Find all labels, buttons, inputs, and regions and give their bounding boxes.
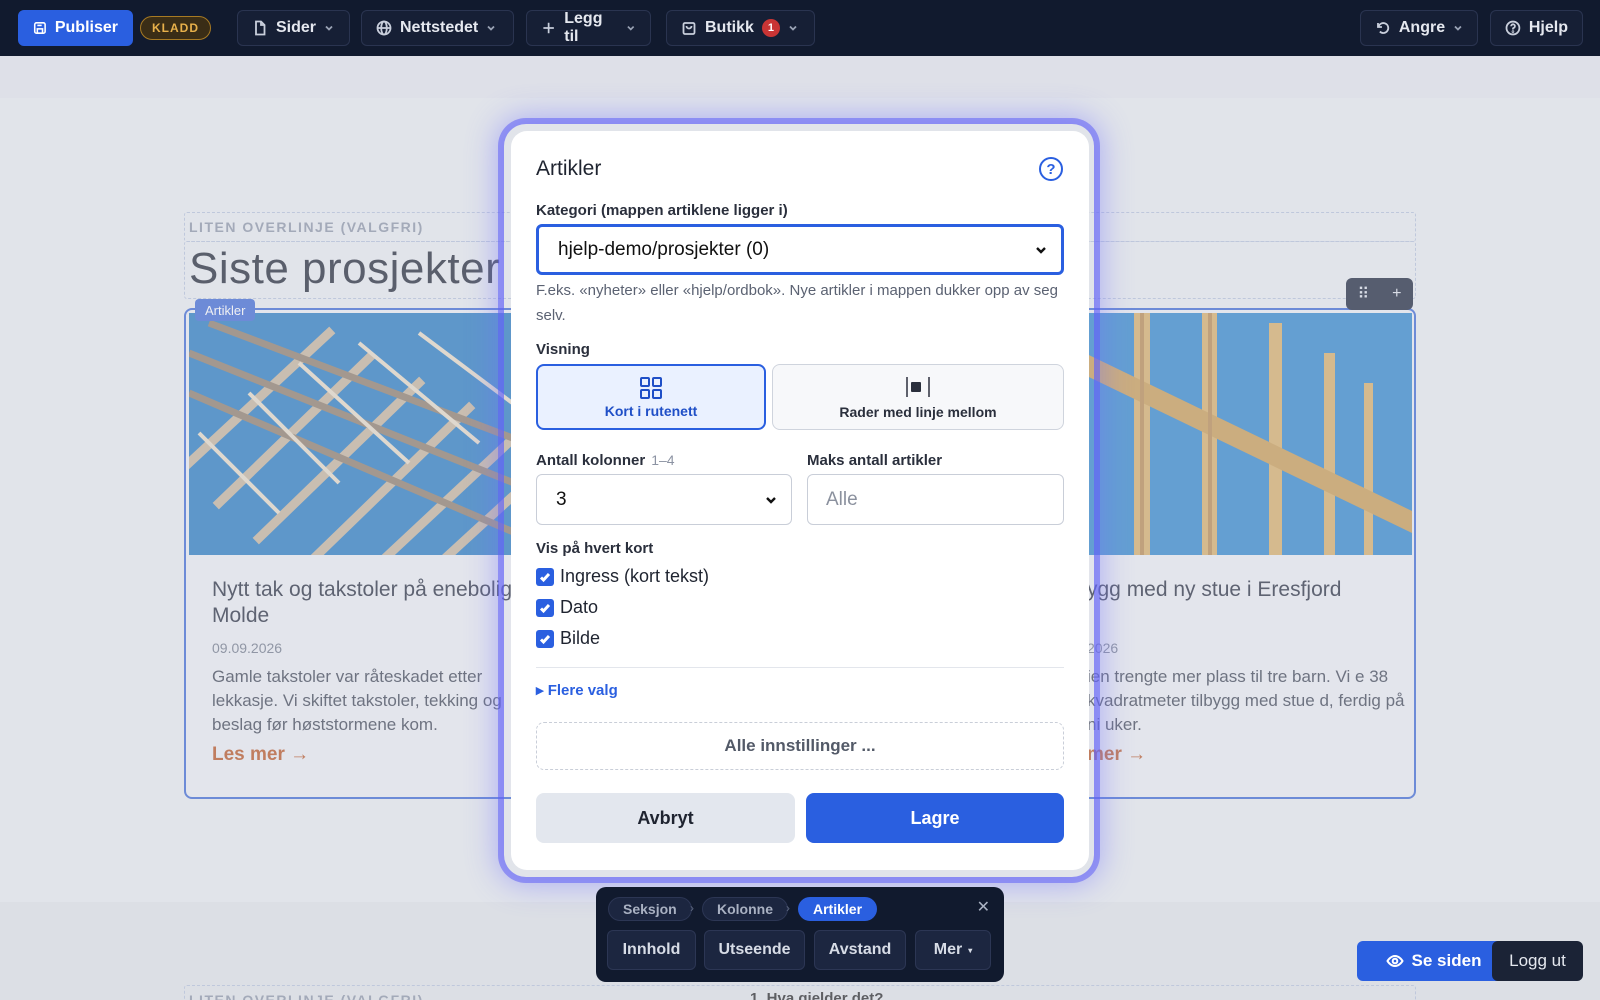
checkbox-excerpt[interactable]: Ingress (kort tekst) [536, 566, 709, 587]
breadcrumb-articles[interactable]: Artikler [798, 897, 878, 921]
all-settings-button[interactable]: Alle innstillinger ... [536, 722, 1064, 770]
spacing-tab-button[interactable]: Avstand [814, 930, 906, 970]
editor-topbar: Publiser KLADD Sider Nettstedet Legg til… [0, 0, 1600, 56]
checkbox-label: Dato [560, 597, 599, 617]
view-option-label: Kort i rutenett [604, 403, 698, 419]
globe-icon [376, 20, 392, 36]
chevron-down-icon [487, 25, 495, 31]
more-label: Mer [933, 941, 963, 958]
columns-label: Antall kolonner 1–4 [536, 452, 675, 469]
shop-label: Butikk [705, 19, 754, 36]
add-menu-button[interactable]: Legg til [526, 10, 651, 46]
more-options-toggle[interactable]: ▸ Flere valg [536, 681, 618, 699]
shopping-bag-icon [682, 22, 696, 35]
checkbox-checked-icon[interactable] [536, 567, 554, 586]
help-label: Hjelp [1528, 19, 1568, 36]
show-on-card-label: Vis på hvert kort [536, 540, 654, 557]
columns-select[interactable]: 3 [536, 474, 792, 525]
cancel-button[interactable]: Avbryt [536, 793, 795, 843]
view-label: Visning [536, 341, 590, 358]
rows-divider-icon [906, 377, 930, 397]
breadcrumb-separator-icon: › [786, 901, 790, 915]
plus-icon [543, 22, 554, 34]
shop-menu-button[interactable]: Butikk 1 [666, 10, 815, 46]
help-icon[interactable]: ? [1039, 157, 1063, 181]
draft-badge: KLADD [140, 16, 211, 40]
articles-settings-dialog: Artikler ? Kategori (mappen artiklene li… [511, 131, 1089, 870]
breadcrumb-column[interactable]: Kolonne [702, 897, 788, 921]
close-icon[interactable]: ✕ [977, 897, 990, 917]
checkbox-label: Bilde [560, 628, 601, 648]
publish-button[interactable]: Publiser [18, 10, 133, 46]
undo-icon [1377, 22, 1390, 34]
appearance-tab-button[interactable]: Utseende [704, 930, 805, 970]
view-option-grid[interactable]: Kort i rutenett [536, 364, 766, 430]
publish-label: Publiser [54, 19, 118, 36]
save-button[interactable]: Lagre [806, 793, 1064, 843]
chevron-down-icon [325, 25, 333, 31]
save-icon [33, 22, 46, 34]
pages-menu-button[interactable]: Sider [237, 10, 350, 46]
view-option-label: Rader med linje mellom [839, 404, 997, 420]
caret-down-icon: ▾ [968, 945, 973, 955]
category-select[interactable]: hjelp-demo/prosjekter (0) [536, 224, 1064, 275]
block-context-toolbar: Seksjon › Kolonne › Artikler ✕ Innhold U… [596, 887, 1004, 982]
chevron-down-icon [1036, 246, 1046, 254]
view-site-button[interactable]: Se siden [1357, 941, 1510, 981]
help-button[interactable]: Hjelp [1490, 10, 1583, 46]
checkbox-checked-icon[interactable] [536, 629, 554, 648]
columns-value: 3 [556, 488, 567, 510]
columns-label-text: Antall kolonner [536, 452, 646, 469]
undo-label: Angre [1398, 19, 1446, 36]
content-tab-button[interactable]: Innhold [607, 930, 696, 970]
grid-icon [640, 377, 662, 399]
eye-icon [1385, 954, 1404, 968]
chevron-down-icon [789, 25, 797, 31]
breadcrumb-section[interactable]: Seksjon [608, 897, 692, 921]
max-articles-label: Maks antall artikler [807, 452, 943, 469]
site-menu-button[interactable]: Nettstedet [361, 10, 514, 46]
more-menu-button[interactable]: Mer ▾ [915, 930, 991, 970]
chevron-down-icon [766, 496, 776, 504]
columns-range: 1–4 [651, 452, 675, 468]
category-label: Kategori (mappen artiklene ligger i) [536, 202, 788, 219]
chevron-down-icon [1454, 25, 1462, 31]
logout-button[interactable]: Logg ut [1492, 941, 1583, 981]
category-hint: F.eks. «nyheter» eller «hjelp/ordbok». N… [536, 282, 1058, 324]
category-value: hjelp-demo/prosjekter (0) [558, 238, 770, 260]
site-label: Nettstedet [400, 19, 479, 36]
checkbox-label: Ingress (kort tekst) [560, 566, 710, 586]
view-option-rows[interactable]: Rader med linje mellom [772, 364, 1064, 430]
help-circle-icon [1505, 20, 1521, 36]
checkbox-image[interactable]: Bilde [536, 628, 600, 649]
chevron-down-icon [627, 25, 635, 31]
divider [536, 667, 1064, 668]
checkbox-checked-icon[interactable] [536, 598, 554, 617]
undo-menu-button[interactable]: Angre [1360, 10, 1478, 46]
page-icon [255, 20, 266, 36]
view-site-label: Se siden [1411, 951, 1482, 970]
checkbox-date[interactable]: Dato [536, 597, 598, 618]
breadcrumb-separator-icon: › [690, 901, 694, 915]
pages-label: Sider [276, 19, 317, 36]
shop-count-badge: 1 [761, 19, 780, 37]
dialog-title: Artikler [536, 157, 602, 180]
add-label: Legg til [564, 10, 603, 45]
max-articles-input[interactable] [807, 474, 1064, 525]
